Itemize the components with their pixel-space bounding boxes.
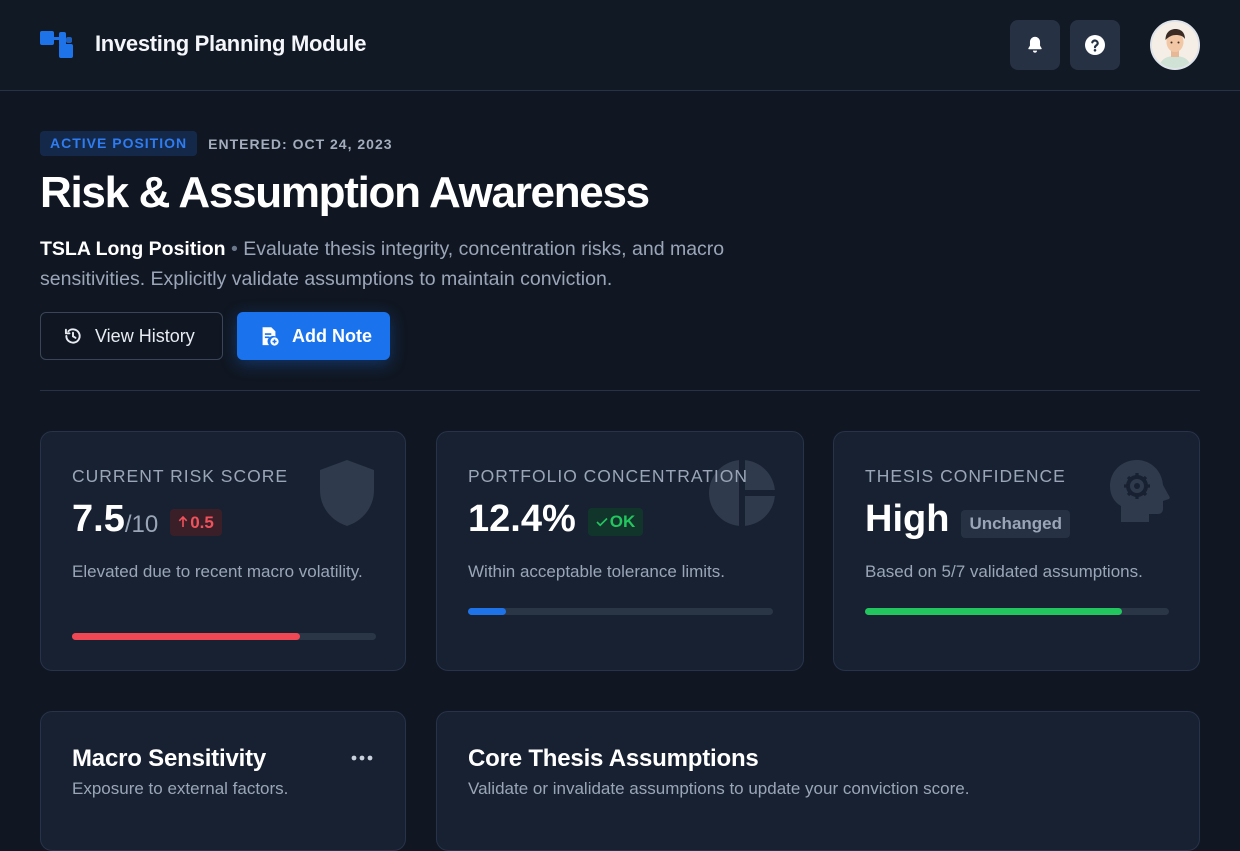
risk-score-value: 7.5 (72, 498, 125, 540)
app-logo-icon (40, 28, 76, 60)
concentration-label: PORTFOLIO CONCENTRATION (468, 466, 749, 486)
more-horizontal-icon (351, 755, 373, 761)
concentration-description: Within acceptable tolerance limits. (468, 562, 726, 581)
shield-icon (320, 460, 374, 526)
check-icon (596, 517, 608, 526)
help-button[interactable] (1070, 20, 1120, 70)
risk-score-card: CURRENT RISK SCORE 7.5 /10 0.5 Elevated … (40, 431, 406, 671)
position-meta: ACTIVE POSITION ENTERED: OCT 24, 2023 (40, 131, 393, 156)
risk-delta-badge: 0.5 (170, 509, 222, 536)
bell-icon (1028, 36, 1042, 53)
top-bar: Investing Planning Module (0, 0, 1240, 91)
concentration-status: OK (609, 511, 636, 531)
history-icon (64, 328, 81, 344)
macro-panel-subtitle: Exposure to external factors. (72, 779, 289, 798)
risk-score-value-row: 7.5 /10 0.5 (72, 498, 222, 541)
head-gear-icon (1110, 460, 1170, 522)
confidence-bar-fill (865, 608, 1123, 615)
thesis-panel-subtitle: Validate or invalidate assumptions to up… (468, 779, 970, 798)
add-note-label: Add Note (292, 325, 372, 346)
risk-score-bar-fill (72, 633, 300, 640)
concentration-status-badge: OK (587, 507, 644, 536)
confidence-value-row: High Unchanged (865, 498, 1070, 541)
risk-score-bar (72, 633, 376, 640)
section-divider (40, 390, 1200, 391)
entered-date: ENTERED: OCT 24, 2023 (208, 135, 393, 152)
confidence-status-badge: Unchanged (961, 509, 1070, 538)
page-description: TSLA Long Position • Evaluate thesis int… (40, 234, 820, 294)
confidence-description: Based on 5/7 validated assumptions. (865, 562, 1143, 581)
risk-delta-value: 0.5 (190, 513, 214, 532)
note-add-icon (262, 327, 279, 346)
risk-score-label: CURRENT RISK SCORE (72, 466, 289, 486)
confidence-label: THESIS CONFIDENCE (865, 466, 1066, 486)
thesis-confidence-card: THESIS CONFIDENCE High Unchanged Based o… (833, 431, 1200, 671)
confidence-value: High (865, 498, 950, 540)
confidence-bar (865, 608, 1169, 615)
core-thesis-panel: Core Thesis Assumptions Validate or inva… (436, 711, 1200, 851)
concentration-bar (468, 608, 773, 615)
more-options-button[interactable] (347, 750, 377, 766)
risk-score-description: Elevated due to recent macro volatility. (72, 562, 363, 581)
macro-panel-title: Macro Sensitivity (72, 745, 267, 772)
macro-sensitivity-panel: Macro Sensitivity Exposure to external f… (40, 711, 406, 851)
page-title: Risk & Assumption Awareness (40, 168, 650, 217)
concentration-bar-fill (468, 608, 506, 615)
avatar[interactable] (1150, 20, 1200, 70)
arrow-up-icon (178, 515, 188, 527)
concentration-card: PORTFOLIO CONCENTRATION 12.4% OK Within … (436, 431, 804, 671)
view-history-label: View History (95, 325, 195, 346)
brand[interactable]: Investing Planning Module (40, 28, 366, 60)
position-name: TSLA Long Position (40, 238, 226, 260)
risk-score-suffix: /10 (124, 510, 159, 538)
notifications-button[interactable] (1010, 20, 1060, 70)
add-note-button[interactable]: Add Note (237, 312, 390, 360)
separator-dot: • (231, 238, 238, 260)
thesis-panel-title: Core Thesis Assumptions (468, 745, 759, 772)
view-history-button[interactable]: View History (40, 312, 223, 360)
concentration-value-row: 12.4% OK (468, 498, 644, 541)
help-icon (1085, 35, 1105, 55)
app-title: Investing Planning Module (95, 31, 367, 56)
user-avatar-icon (1152, 22, 1198, 68)
status-badge: ACTIVE POSITION (40, 131, 198, 156)
concentration-value: 12.4% (468, 498, 576, 540)
